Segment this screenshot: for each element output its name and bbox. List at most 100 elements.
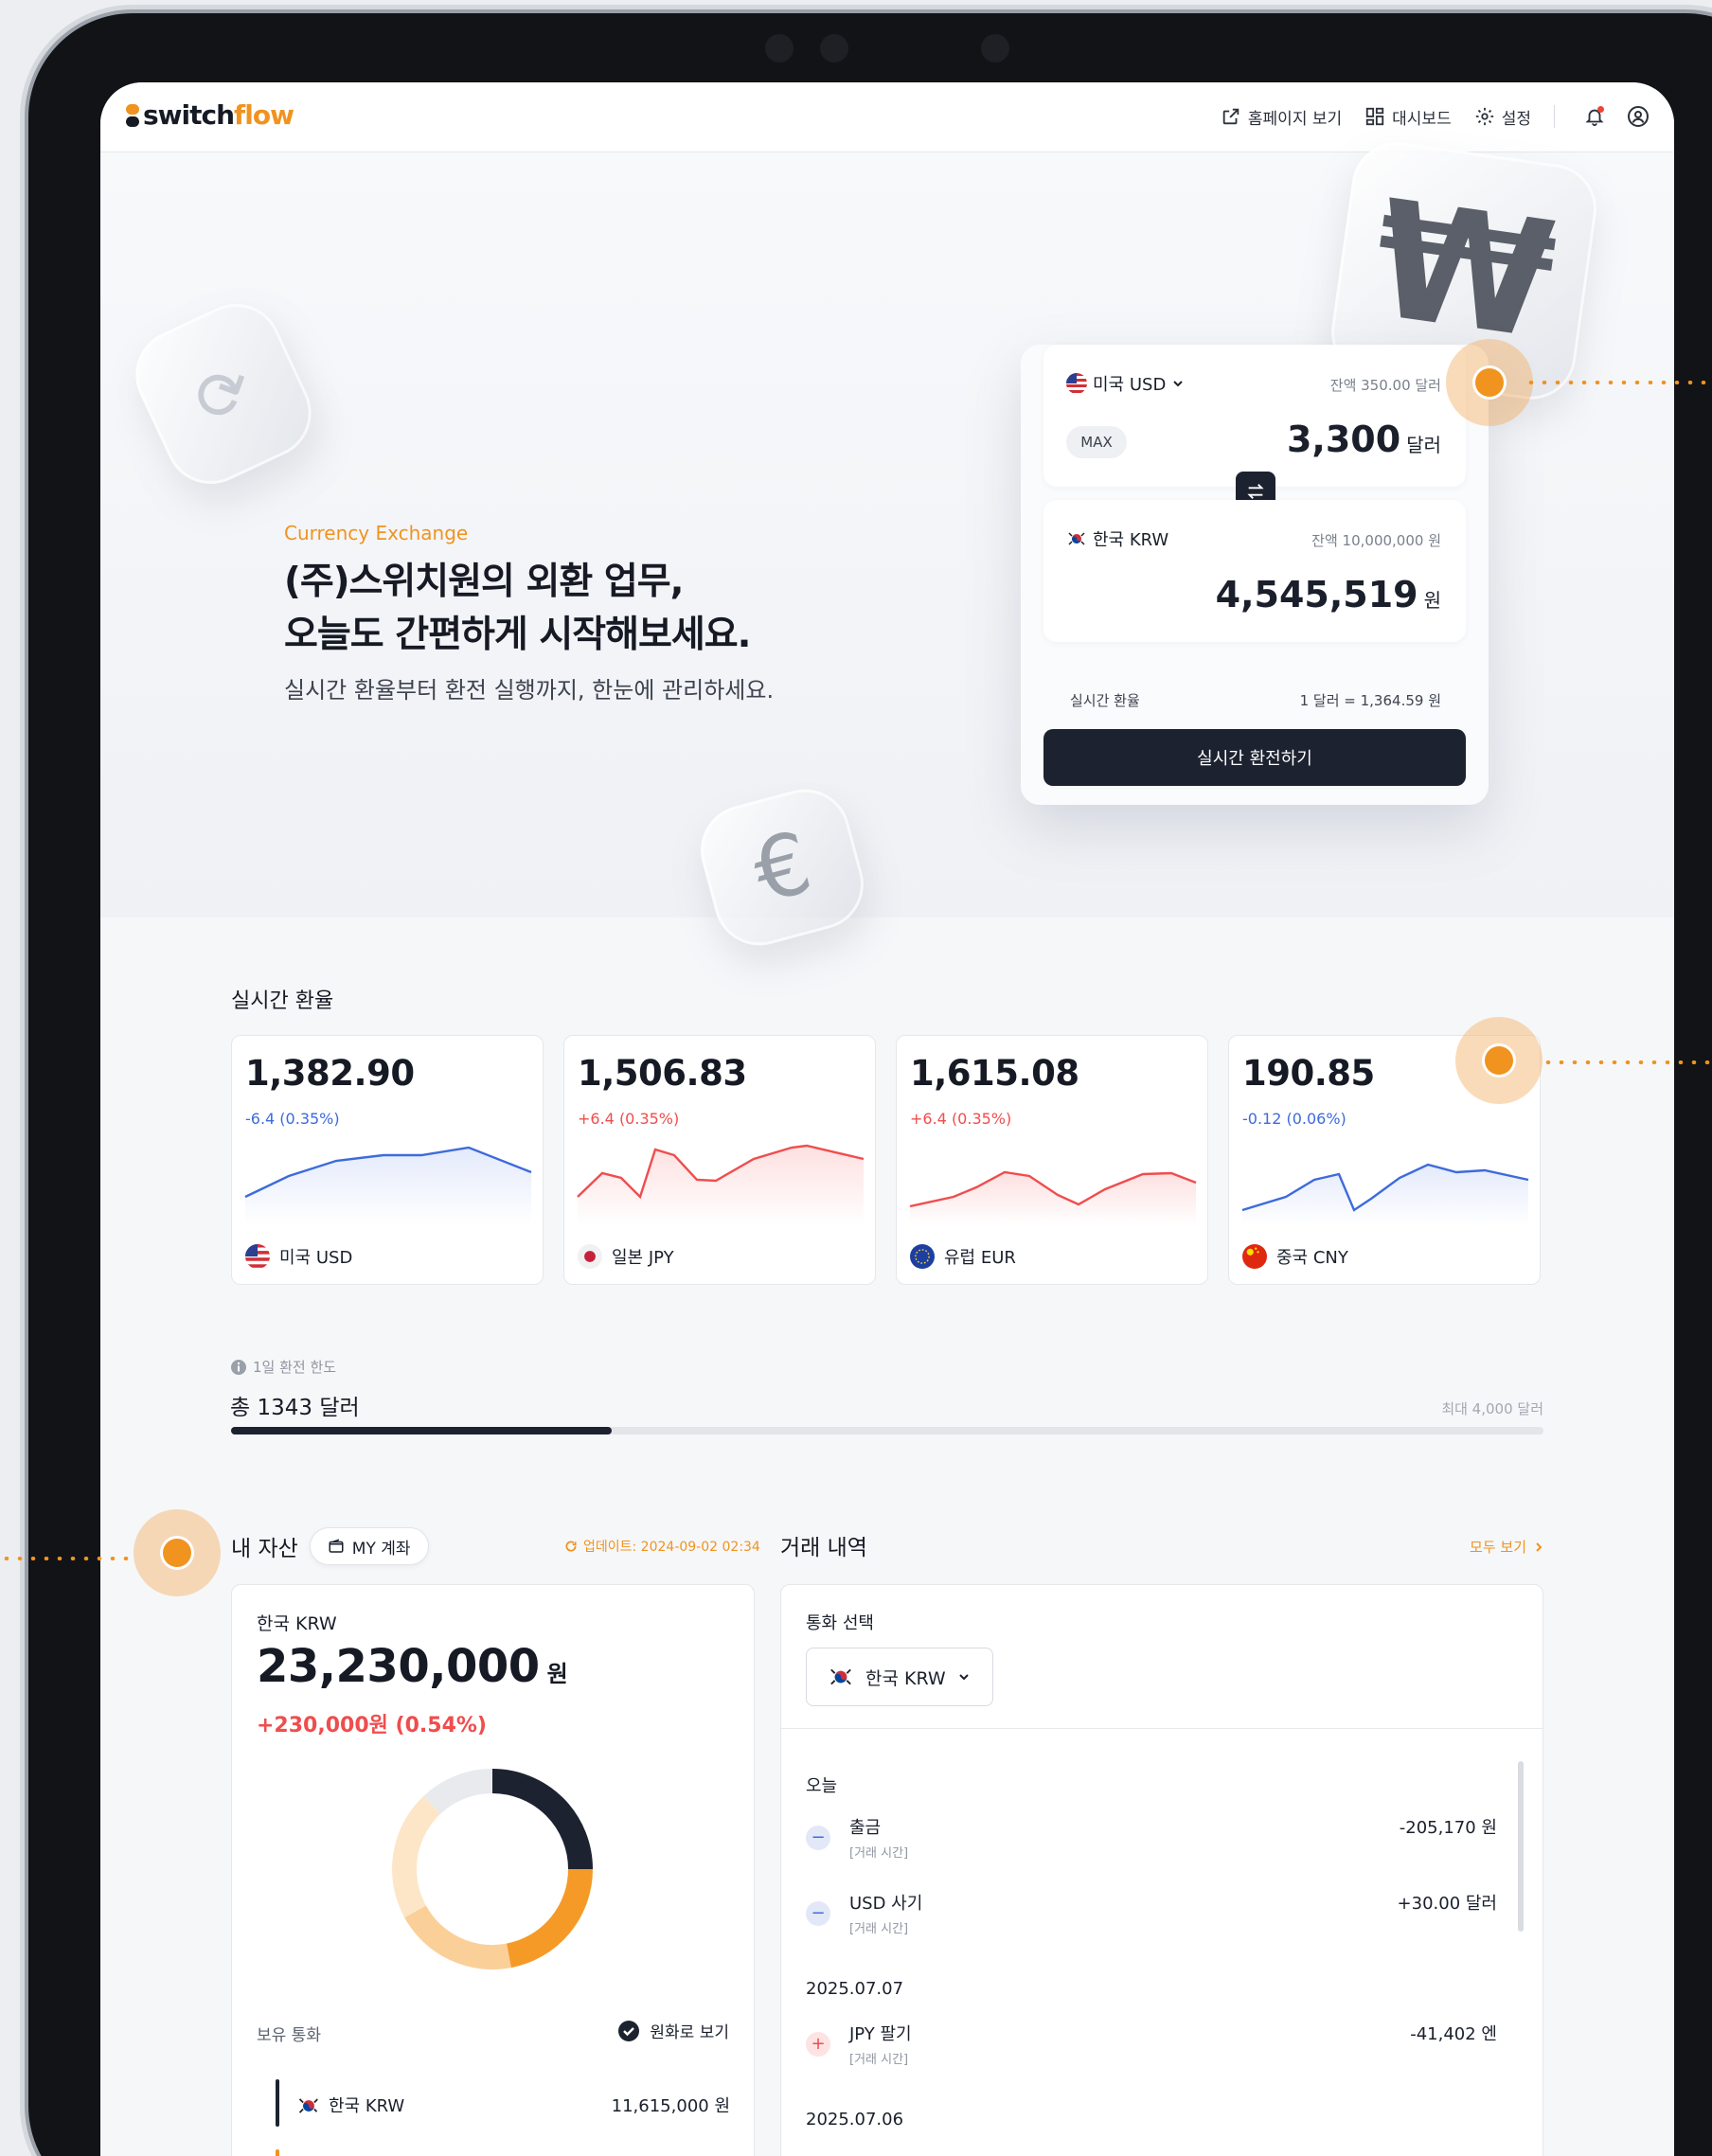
max-button[interactable]: MAX	[1066, 426, 1127, 458]
limit-progress-fill	[231, 1427, 612, 1434]
rate-card[interactable]: 1,382.90 -6.4 (0.35%) 미국 USD	[231, 1035, 544, 1285]
transaction-row[interactable]: − USD 사기 [거래 시간] +30.00 달러	[806, 1890, 1497, 1947]
asset-donut-chart	[392, 1769, 593, 1969]
chevron-down-icon	[958, 1674, 969, 1681]
won-view-toggle[interactable]: 원화로 보기	[617, 2019, 729, 2042]
exchange-submit-button[interactable]: 실시간 환전하기	[1043, 729, 1466, 786]
asset-currency: 한국 KRW	[257, 1613, 337, 1634]
hero-title-line: (주)스위치원의 외환 업무,	[284, 561, 684, 603]
hotspot-dot	[1475, 368, 1504, 397]
euro-coin-icon: €	[690, 778, 874, 956]
notification-button[interactable]	[1581, 103, 1608, 130]
to-unit: 원	[1423, 589, 1441, 612]
transaction-time: [거래 시간]	[849, 2053, 909, 2067]
rate-label: 실시간 환율	[1070, 692, 1140, 709]
dashboard-link[interactable]: 대시보드	[1364, 105, 1452, 129]
dashboard-icon	[1365, 107, 1384, 126]
kr-flag-icon	[1066, 528, 1087, 549]
holding-currency-label: 한국 KRW	[329, 2096, 405, 2116]
history-card: 통화 선택 한국 KRW 오늘 − 출금 [거래 시간] -205,170 원 − USD …	[780, 1584, 1543, 2156]
from-amount: 3,300	[1286, 419, 1401, 460]
logo-mark-icon	[126, 103, 139, 127]
my-account-label: MY 계좌	[351, 1539, 411, 1559]
rate-currency-label: 유럽 EUR	[944, 1248, 1016, 1268]
transaction-name: JPY 팔기	[849, 2024, 912, 2044]
nav-divider	[1554, 105, 1555, 128]
hero-subtitle: 실시간 환율부터 환전 실행까지, 한눈에 관리하세요.	[284, 677, 775, 704]
rate-sparkline	[577, 1144, 865, 1225]
kr-flag-icon	[828, 1664, 854, 1690]
from-amount-input[interactable]: 3,300 달러	[1287, 419, 1441, 460]
rate-currency: 유럽 EUR	[910, 1244, 1016, 1269]
rate-currency: 중국 CNY	[1242, 1244, 1348, 1269]
currency-select[interactable]: 한국 KRW	[806, 1648, 993, 1706]
us-flag-icon	[1066, 373, 1087, 394]
rate-change: -6.4 (0.35%)	[245, 1110, 340, 1128]
currency-select-label: 통화 선택	[806, 1613, 874, 1633]
sparkline-area	[910, 1172, 1196, 1225]
camera-lens	[981, 34, 1009, 62]
transaction-row[interactable]: + JPY 팔기 [거래 시간] -41,402 엔	[806, 2021, 1497, 2077]
check-circle-icon	[618, 2020, 640, 2041]
assets-header: 내 자산 MY 계좌	[231, 1527, 429, 1565]
logo[interactable]: switch flow	[125, 99, 294, 131]
rate-change: +6.4 (0.35%)	[578, 1110, 680, 1128]
from-currency-select[interactable]: 미국 USD	[1066, 371, 1185, 396]
refresh-icon	[565, 1541, 577, 1552]
transaction-name: 출금	[849, 1818, 882, 1838]
homepage-label: 홈페이지 보기	[1247, 109, 1343, 129]
exchange-coin-icon: ⟳	[120, 289, 327, 499]
rate-card[interactable]: 1,506.83 +6.4 (0.35%) 일본 JPY	[563, 1035, 876, 1285]
kr-flag-icon	[296, 2094, 319, 2116]
limit-max: 최대 4,000 달러	[1441, 1400, 1543, 1417]
holdings-label: 보유 통화	[257, 2026, 321, 2045]
divider	[781, 1728, 1543, 1729]
rate-change: +6.4 (0.35%)	[910, 1110, 1012, 1128]
us-flag-icon	[245, 1244, 270, 1269]
holding-row[interactable]: 미국 USD4,646,000 원	[276, 2149, 730, 2156]
hotspot-dot	[163, 1539, 191, 1567]
view-all-link[interactable]: 모두 보기	[1470, 1537, 1543, 1557]
dotted-connector	[1542, 1060, 1712, 1064]
to-amount-display: 4,545,519 원	[1216, 574, 1441, 615]
exchange-widget: 미국 USD 잔액 350.00 달러 MAX 3,300 달러 한국 KRW …	[1021, 345, 1489, 805]
settings-link[interactable]: 설정	[1474, 105, 1531, 129]
homepage-link[interactable]: 홈페이지 보기	[1221, 105, 1342, 129]
dashboard-label: 대시보드	[1392, 109, 1452, 129]
asset-card: 한국 KRW 23,230,000 원 +230,000원 (0.54%) 보유…	[231, 1584, 755, 2156]
to-currency-select[interactable]: 한국 KRW	[1066, 526, 1168, 551]
update-timestamp[interactable]: 업데이트: 2024-09-02 02:34	[564, 1537, 760, 1556]
rate-value: 1,615.08	[910, 1053, 1079, 1094]
donut-segment	[506, 1868, 593, 1969]
rate-card[interactable]: 1,615.08 +6.4 (0.35%) 유럽 EUR	[896, 1035, 1208, 1285]
hotspot-marker	[134, 1509, 221, 1596]
sparkline-area	[1242, 1165, 1528, 1225]
rate-currency-label: 중국 CNY	[1276, 1248, 1348, 1268]
transaction-row[interactable]: − 출금 [거래 시간] -205,170 원	[806, 1814, 1497, 1871]
sparkline-area	[578, 1146, 864, 1225]
holding-row[interactable]: 한국 KRW 11,615,000 원	[276, 2079, 730, 2127]
history-scrollbar[interactable]	[1518, 1761, 1524, 1932]
asset-amount-value: 23,230,000	[257, 1640, 540, 1693]
hero-kicker: Currency Exchange	[284, 522, 469, 544]
rate-currency: 일본 JPY	[578, 1244, 674, 1269]
asset-change: +230,000원 (0.54%)	[257, 1714, 487, 1737]
transaction-amount: -205,170 원	[1399, 1818, 1497, 1838]
hotspot-marker	[1455, 1017, 1543, 1104]
profile-button[interactable]	[1625, 103, 1651, 130]
currency-select-value: 한국 KRW	[865, 1667, 946, 1689]
from-currency-box: 미국 USD 잔액 350.00 달러 MAX 3,300 달러	[1043, 345, 1466, 487]
eu-flag-icon	[910, 1244, 935, 1269]
minus-icon: −	[806, 1826, 830, 1850]
limit-label-text: 1일 환전 한도	[253, 1359, 337, 1376]
to-balance: 잔액 10,000,000 원	[1311, 532, 1441, 549]
jp-flag-icon	[578, 1244, 602, 1269]
transaction-amount: +30.00 달러	[1397, 1894, 1497, 1914]
rate-sparkline	[1241, 1163, 1529, 1225]
donut-segment	[392, 1795, 441, 1918]
assets-title: 내 자산	[231, 1537, 298, 1561]
my-account-button[interactable]: MY 계좌	[309, 1527, 429, 1565]
notification-dot	[1597, 106, 1604, 113]
dotted-connector	[1525, 381, 1712, 384]
donut-segment	[491, 1769, 593, 1870]
